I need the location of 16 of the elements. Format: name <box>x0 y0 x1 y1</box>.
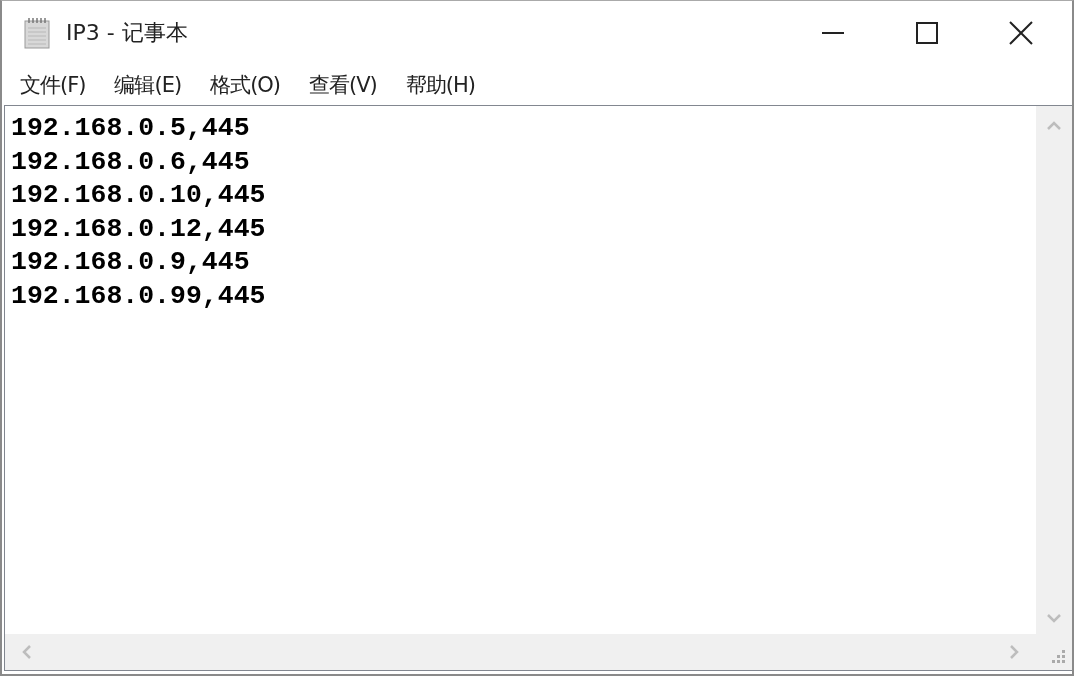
maximize-icon <box>915 21 939 45</box>
menu-item[interactable]: 帮助(H) <box>395 71 485 99</box>
window-title: IP3 - 记事本 <box>66 19 188 47</box>
menu-item[interactable]: 编辑(E) <box>104 71 192 99</box>
text-line: 192.168.0.5,445 <box>11 112 250 145</box>
resize-grip-icon[interactable] <box>1050 648 1066 664</box>
text-line: 192.168.0.6,445 <box>11 145 250 179</box>
text-line: 192.168.0.12,445 <box>11 212 266 246</box>
minimize-icon <box>821 32 845 34</box>
close-icon <box>1008 20 1034 46</box>
text-line: 192.168.0.9,445 <box>11 246 250 279</box>
menu-item[interactable]: 文件(F) <box>10 71 96 99</box>
menu-item[interactable]: 格式(O) <box>200 71 291 99</box>
text-line: 192.168.0.99,445 <box>11 279 266 313</box>
menu-item[interactable]: 查看(V) <box>299 71 387 99</box>
text-line: 192.168.0.10,445 <box>11 179 266 212</box>
